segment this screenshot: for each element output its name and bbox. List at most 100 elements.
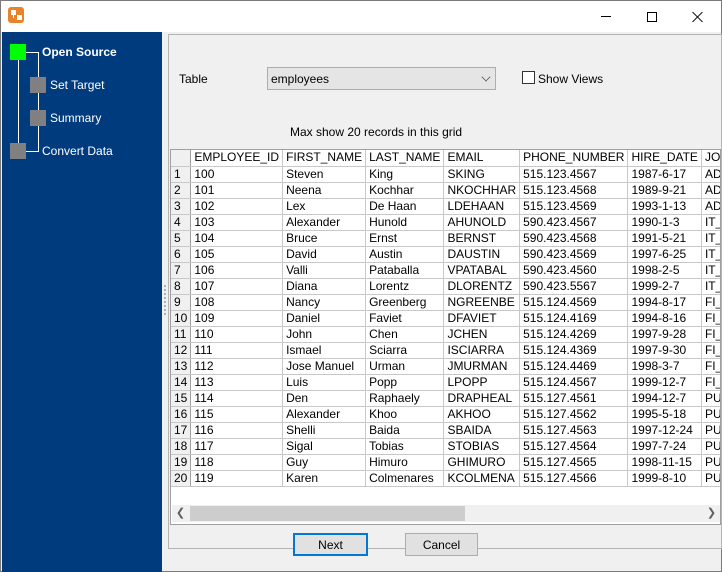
grid-cell[interactable]: PU_CLERK: [701, 454, 720, 471]
grid-cell[interactable]: 115: [190, 406, 284, 423]
grid-cell[interactable]: PU_CLERK: [701, 406, 720, 423]
table-row[interactable]: 7 106 Valli Pataballa VPATABAL 590.423.4560 19…: [171, 262, 720, 279]
grid-cell[interactable]: Alexander: [282, 214, 367, 231]
grid-cell[interactable]: 515.124.4567: [519, 374, 629, 391]
grid-cell[interactable]: Daniel: [282, 310, 367, 327]
grid-cell[interactable]: David: [282, 246, 367, 263]
table-select[interactable]: employees: [267, 67, 496, 90]
grid-cell[interactable]: 590.423.4560: [519, 262, 629, 279]
grid-cell[interactable]: IT_PROG: [701, 246, 720, 263]
grid-cell[interactable]: Tobias: [365, 438, 445, 455]
grid-cell[interactable]: IT_PROG: [701, 230, 720, 247]
grid-cell[interactable]: FI_ACCOUNT: [701, 342, 720, 359]
splitter-handle[interactable]: [164, 285, 166, 315]
grid-cell[interactable]: 1997-7-24: [627, 438, 702, 455]
grid-cell[interactable]: DFAVIET: [443, 310, 521, 327]
grid-cell[interactable]: 1999-12-7: [627, 374, 702, 391]
grid-cell[interactable]: Raphaely: [365, 390, 445, 407]
grid-cell[interactable]: Nancy: [282, 294, 367, 311]
grid-cell[interactable]: IT_PROG: [701, 278, 720, 295]
grid-cell[interactable]: AD_PRES: [701, 166, 720, 183]
grid-cell[interactable]: 1998-2-5: [627, 262, 702, 279]
grid-cell[interactable]: Urman: [365, 358, 445, 375]
grid-cell[interactable]: AD_VP: [701, 182, 720, 199]
grid-cell[interactable]: Himuro: [365, 454, 445, 471]
grid-cell[interactable]: Valli: [282, 262, 367, 279]
grid-cell[interactable]: Lorentz: [365, 278, 445, 295]
grid-cell[interactable]: 1994-12-7: [627, 390, 702, 407]
grid-cell[interactable]: NGREENBE: [443, 294, 521, 311]
grid-cell[interactable]: Faviet: [365, 310, 445, 327]
grid-cell[interactable]: AD_VP: [701, 198, 720, 215]
grid-cell[interactable]: 118: [190, 454, 284, 471]
grid-cell[interactable]: Bruce: [282, 230, 367, 247]
show-views-label[interactable]: Show Views: [538, 72, 603, 86]
grid-cell[interactable]: 1999-8-10: [627, 470, 702, 487]
table-row[interactable]: 11 110 John Chen JCHEN 515.124.4269 1997-9-28 F…: [171, 326, 720, 343]
grid-cell[interactable]: LPOPP: [443, 374, 521, 391]
grid-cell[interactable]: DAUSTIN: [443, 246, 521, 263]
table-row[interactable]: 19 118 Guy Himuro GHIMURO 515.127.4565 1998-11…: [171, 454, 720, 471]
grid-cell[interactable]: 112: [190, 358, 284, 375]
grid-cell[interactable]: Lex: [282, 198, 367, 215]
grid-cell[interactable]: 590.423.4568: [519, 230, 629, 247]
grid-cell[interactable]: DLORENTZ: [443, 278, 521, 295]
grid-cell[interactable]: PU_CLERK: [701, 438, 720, 455]
grid-cell[interactable]: 116: [190, 422, 284, 439]
table-row[interactable]: 6 105 David Austin DAUSTIN 590.423.4569 1997-6…: [171, 246, 720, 263]
grid-cell[interactable]: 103: [190, 214, 284, 231]
grid-cell[interactable]: Den: [282, 390, 367, 407]
grid-cell[interactable]: 101: [190, 182, 284, 199]
maximize-button[interactable]: [629, 1, 675, 32]
grid-cell[interactable]: De Haan: [365, 198, 445, 215]
table-row[interactable]: 3 102 Lex De Haan LDEHAAN 515.123.4569 1993-1-…: [171, 198, 720, 215]
grid-cell[interactable]: Chen: [365, 326, 445, 343]
grid-cell[interactable]: Khoo: [365, 406, 445, 423]
grid-cell[interactable]: 105: [190, 246, 284, 263]
grid-cell[interactable]: 515.127.4562: [519, 406, 629, 423]
grid-cell[interactable]: 1995-5-18: [627, 406, 702, 423]
grid-cell[interactable]: 515.124.4369: [519, 342, 629, 359]
table-row[interactable]: 10 109 Daniel Faviet DFAVIET 515.124.4169 1994…: [171, 310, 720, 327]
table-row[interactable]: 17 116 Shelli Baida SBAIDA 515.127.4563 1997-1…: [171, 422, 720, 439]
grid-cell[interactable]: 1997-6-25: [627, 246, 702, 263]
close-button[interactable]: [675, 1, 721, 32]
grid-cell[interactable]: 515.124.4569: [519, 294, 629, 311]
grid-cell[interactable]: Sigal: [282, 438, 367, 455]
grid-cell[interactable]: Diana: [282, 278, 367, 295]
show-views-checkbox[interactable]: [522, 71, 535, 84]
grid-cell[interactable]: 515.124.4469: [519, 358, 629, 375]
grid-cell[interactable]: Neena: [282, 182, 367, 199]
grid-cell[interactable]: ISCIARRA: [443, 342, 521, 359]
grid-cell[interactable]: DRAPHEAL: [443, 390, 521, 407]
grid-cell[interactable]: PU_CLERK: [701, 470, 720, 487]
grid-cell[interactable]: 515.127.4561: [519, 390, 629, 407]
grid-cell[interactable]: 515.123.4567: [519, 166, 629, 183]
grid-cell[interactable]: John: [282, 326, 367, 343]
grid-cell[interactable]: 117: [190, 438, 284, 455]
grid-cell[interactable]: FI_ACCOUNT: [701, 310, 720, 327]
scrollbar-thumb[interactable]: [190, 506, 465, 521]
column-header[interactable]: EMPLOYEE_ID: [190, 150, 284, 167]
column-header[interactable]: HIRE_DATE: [627, 150, 702, 167]
grid-cell[interactable]: Sciarra: [365, 342, 445, 359]
grid-cell[interactable]: 1994-8-16: [627, 310, 702, 327]
chevron-left-icon[interactable]: ❮: [172, 505, 189, 522]
grid-cell[interactable]: 590.423.4569: [519, 246, 629, 263]
table-row[interactable]: 9 108 Nancy Greenberg NGREENBE 515.124.4569 19…: [171, 294, 720, 311]
grid-cell[interactable]: 106: [190, 262, 284, 279]
minimize-button[interactable]: [583, 1, 629, 32]
grid-cell[interactable]: STOBIAS: [443, 438, 521, 455]
grid-cell[interactable]: 111: [190, 342, 284, 359]
grid-cell[interactable]: 515.127.4563: [519, 422, 629, 439]
table-row[interactable]: 12 111 Ismael Sciarra ISCIARRA 515.124.4369 19…: [171, 342, 720, 359]
grid-cell[interactable]: 590.423.4567: [519, 214, 629, 231]
grid-cell[interactable]: SBAIDA: [443, 422, 521, 439]
table-row[interactable]: 2 101 Neena Kochhar NKOCHHAR 515.123.4568 1989…: [171, 182, 720, 199]
table-row[interactable]: 4 103 Alexander Hunold AHUNOLD 590.423.4567 19…: [171, 214, 720, 231]
grid-cell[interactable]: 1989-9-21: [627, 182, 702, 199]
grid-cell[interactable]: Steven: [282, 166, 367, 183]
grid-cell[interactable]: Austin: [365, 246, 445, 263]
grid-cell[interactable]: 1993-1-13: [627, 198, 702, 215]
grid-cell[interactable]: Alexander: [282, 406, 367, 423]
